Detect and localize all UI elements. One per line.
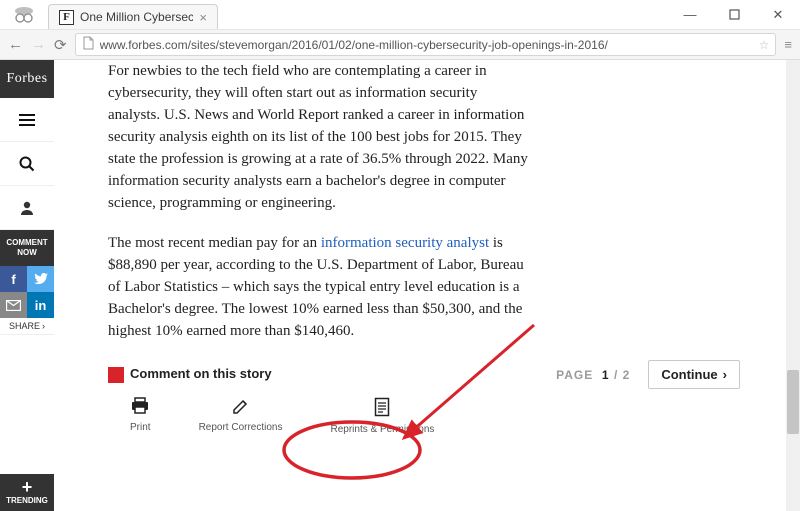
share-linkedin-button[interactable]: in	[27, 292, 54, 318]
url-text: www.forbes.com/sites/stevemorgan/2016/01…	[100, 38, 753, 52]
window-minimize-button[interactable]: —	[668, 0, 712, 29]
comment-pager-row: Comment on this story PAGE 1 / 2 Continu…	[108, 360, 740, 389]
article-actions: Print Report Corrections Reprints & Perm…	[130, 397, 740, 435]
comment-on-story[interactable]: Comment on this story	[108, 366, 272, 383]
inline-link-information-security-analyst[interactable]: information security analyst	[321, 235, 489, 251]
chevron-right-icon: ›	[42, 321, 45, 331]
favicon-forbes-icon: F	[59, 10, 74, 25]
window-controls: — ✕	[668, 0, 800, 29]
share-email-button[interactable]	[0, 292, 27, 318]
reprints-permissions-button[interactable]: Reprints & Permissions	[330, 397, 434, 435]
report-corrections-button[interactable]: Report Corrections	[199, 397, 283, 435]
browser-toolbar: ← → ⟳ www.forbes.com/sites/stevemorgan/2…	[0, 30, 800, 60]
comment-now-line1: COMMENT	[2, 238, 52, 248]
trending-label: TRENDING	[6, 496, 48, 505]
left-rail: Forbes COMMENT NOW f in SHARE ›	[0, 60, 54, 511]
article-paragraph: The most recent median pay for an inform…	[108, 232, 528, 342]
continue-button[interactable]: Continue ›	[648, 360, 740, 389]
tab-title: One Million Cybersecurity	[80, 10, 193, 24]
chevron-right-icon: ›	[723, 367, 727, 382]
share-label: SHARE ›	[0, 318, 54, 335]
window-close-button[interactable]: ✕	[756, 0, 800, 29]
hamburger-menu-button[interactable]	[0, 98, 54, 142]
page-indicator: PAGE 1 / 2	[556, 368, 630, 382]
browser-tab[interactable]: F One Million Cybersecurity ×	[48, 4, 218, 29]
incognito-icon	[0, 0, 48, 29]
profile-button[interactable]	[0, 186, 54, 230]
share-twitter-button[interactable]	[27, 266, 54, 292]
forward-button[interactable]: →	[31, 36, 46, 53]
pencil-icon	[232, 397, 250, 420]
scrollbar-thumb[interactable]	[787, 370, 799, 434]
forbes-logo[interactable]: Forbes	[0, 60, 54, 98]
trending-button[interactable]: + TRENDING	[0, 474, 54, 511]
page-icon	[82, 36, 94, 53]
address-bar[interactable]: www.forbes.com/sites/stevemorgan/2016/01…	[75, 33, 777, 56]
document-icon	[374, 397, 390, 422]
search-button[interactable]	[0, 142, 54, 186]
red-square-icon	[108, 367, 124, 383]
article-paragraph: For newbies to the tech field who are co…	[108, 60, 528, 214]
vertical-scrollbar[interactable]	[786, 60, 800, 511]
browser-menu-button[interactable]: ≡	[784, 37, 792, 52]
article-column: For newbies to the tech field who are co…	[54, 60, 800, 511]
print-button[interactable]: Print	[130, 397, 151, 435]
share-facebook-button[interactable]: f	[0, 266, 27, 292]
tab-close-icon[interactable]: ×	[199, 10, 207, 25]
print-icon	[130, 397, 150, 420]
bookmark-star-icon[interactable]: ☆	[759, 38, 770, 52]
comment-now-line2: NOW	[2, 248, 52, 258]
comment-now-button[interactable]: COMMENT NOW	[0, 230, 54, 266]
page-body: Forbes COMMENT NOW f in SHARE ›	[0, 60, 800, 511]
reload-button[interactable]: ⟳	[54, 36, 67, 54]
plus-icon: +	[0, 478, 54, 496]
window-maximize-button[interactable]	[712, 0, 756, 29]
window-titlebar: F One Million Cybersecurity × — ✕	[0, 0, 800, 30]
share-grid: f in	[0, 266, 54, 318]
back-button[interactable]: ←	[8, 36, 23, 53]
